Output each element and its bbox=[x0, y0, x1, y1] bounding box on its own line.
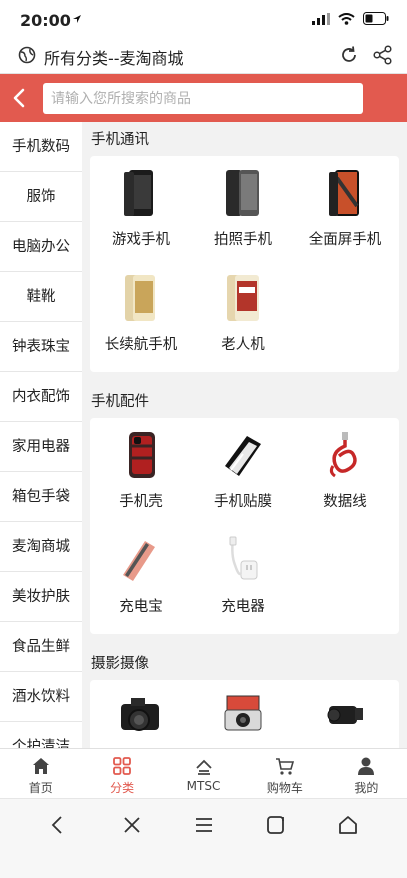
tab-label: 购物车 bbox=[266, 781, 303, 795]
tab-label: 首页 bbox=[28, 781, 53, 795]
product-label: 手机贴膜 bbox=[214, 494, 272, 510]
product-item[interactable]: 长续航手机 bbox=[90, 261, 192, 366]
charger-icon bbox=[229, 536, 258, 580]
section-title: 手机配件 bbox=[91, 394, 149, 410]
sidebar-item-computers[interactable]: 电脑办公 bbox=[0, 222, 82, 272]
product-label: 充电器 bbox=[221, 599, 265, 615]
product-item[interactable]: 充电器 bbox=[192, 523, 294, 628]
product-item[interactable] bbox=[192, 680, 294, 748]
product-label: 全面屏手机 bbox=[308, 232, 382, 248]
camera-phone-icon bbox=[226, 170, 259, 216]
product-item[interactable] bbox=[294, 680, 396, 748]
status-bar: 20:00 bbox=[0, 0, 407, 38]
product-item[interactable]: 老人机 bbox=[192, 261, 294, 366]
product-label: 老人机 bbox=[221, 337, 265, 353]
tab-label: 我的 bbox=[354, 781, 379, 795]
product-item[interactable]: 手机壳 bbox=[90, 418, 192, 523]
cable-icon bbox=[329, 432, 357, 478]
product-grid: 手机壳 手机贴膜 数据线 充电宝 充电器 bbox=[90, 418, 399, 634]
reload-icon[interactable] bbox=[339, 45, 359, 65]
tab-cart[interactable]: 购物车 bbox=[244, 749, 325, 798]
menu-icon[interactable] bbox=[192, 813, 216, 837]
sidebar-item-food[interactable]: 食品生鲜 bbox=[0, 622, 82, 672]
tab-category[interactable]: 分类 bbox=[81, 749, 162, 798]
category-sidebar: 手机数码 服饰 电脑办公 鞋靴 钟表珠宝 内衣配饰 家用电器 箱包手袋 麦淘商城… bbox=[0, 122, 82, 748]
sidebar-item-beauty[interactable]: 美妆护肤 bbox=[0, 572, 82, 622]
sidebar-item-drinks[interactable]: 酒水饮料 bbox=[0, 672, 82, 722]
sidebar-item-apparel[interactable]: 服饰 bbox=[0, 172, 82, 222]
sidebar-item-personal-care[interactable]: 个护清洁 bbox=[0, 722, 82, 748]
product-label: 游戏手机 bbox=[112, 232, 170, 248]
camcorder-icon bbox=[327, 706, 363, 724]
home-page-icon[interactable] bbox=[336, 813, 360, 837]
gold-phone-icon bbox=[125, 275, 155, 321]
search-header bbox=[0, 74, 407, 122]
tab-me[interactable]: 我的 bbox=[326, 749, 407, 798]
dslr-camera-icon bbox=[121, 698, 159, 731]
home-icon bbox=[32, 758, 49, 774]
product-item[interactable]: 手机贴膜 bbox=[192, 418, 294, 523]
page-title: 所有分类--麦淘商城 bbox=[44, 49, 184, 68]
product-item[interactable]: 充电宝 bbox=[90, 523, 192, 628]
share-icon[interactable] bbox=[373, 45, 393, 65]
section-title: 手机通讯 bbox=[91, 132, 149, 148]
power-bank-icon bbox=[123, 541, 155, 581]
sidebar-item-bags[interactable]: 箱包手袋 bbox=[0, 472, 82, 522]
sidebar-item-phones[interactable]: 手机数码 bbox=[0, 122, 82, 172]
black-phone-icon bbox=[124, 170, 153, 216]
category-content: 手机通讯 游戏手机 拍照手机 全面屏手机 长续航手机 老人机 手机配件 手机壳 … bbox=[82, 122, 407, 748]
browser-toolbar bbox=[0, 798, 407, 878]
browser-back-icon[interactable] bbox=[46, 813, 70, 837]
signal-icon bbox=[312, 12, 330, 25]
tab-home[interactable]: 首页 bbox=[0, 749, 81, 798]
product-item[interactable]: 游戏手机 bbox=[90, 156, 192, 261]
product-label: 充电宝 bbox=[119, 599, 163, 615]
wifi-icon bbox=[338, 12, 355, 25]
tab-label: MTSC bbox=[186, 779, 221, 793]
product-label: 手机壳 bbox=[119, 494, 163, 510]
back-arrow-icon[interactable] bbox=[8, 84, 32, 112]
screen-film-icon bbox=[225, 436, 261, 476]
close-icon[interactable] bbox=[120, 813, 144, 837]
category-icon bbox=[113, 757, 132, 775]
product-item[interactable]: 数据线 bbox=[294, 418, 396, 523]
product-grid: 游戏手机 拍照手机 全面屏手机 长续航手机 老人机 bbox=[90, 156, 399, 372]
sidebar-item-shoes[interactable]: 鞋靴 bbox=[0, 272, 82, 322]
section-title: 摄影摄像 bbox=[91, 656, 149, 672]
tab-label: 分类 bbox=[110, 781, 135, 795]
product-label: 长续航手机 bbox=[104, 337, 178, 353]
sidebar-item-maitao[interactable]: 麦淘商城 bbox=[0, 522, 82, 572]
search-input[interactable] bbox=[43, 83, 363, 114]
phone-case-icon bbox=[129, 432, 155, 478]
battery-icon bbox=[363, 12, 389, 25]
user-icon bbox=[358, 757, 375, 775]
product-grid bbox=[90, 680, 399, 748]
product-label: 数据线 bbox=[323, 494, 367, 510]
mtsc-icon bbox=[195, 759, 212, 775]
tabs-icon[interactable] bbox=[264, 813, 288, 837]
status-time: 20:00 bbox=[20, 11, 71, 30]
product-item[interactable] bbox=[90, 680, 192, 748]
product-item[interactable]: 拍照手机 bbox=[192, 156, 294, 261]
globe-icon bbox=[18, 46, 36, 64]
location-arrow-icon bbox=[73, 15, 81, 23]
product-label: 拍照手机 bbox=[214, 232, 272, 248]
cart-icon bbox=[275, 758, 294, 775]
sidebar-item-underwear[interactable]: 内衣配饰 bbox=[0, 372, 82, 422]
browser-address-bar: 所有分类--麦淘商城 bbox=[0, 38, 407, 74]
fullscreen-phone-icon bbox=[329, 170, 359, 216]
tab-mtsc[interactable]: MTSC bbox=[163, 749, 244, 798]
sidebar-item-watches[interactable]: 钟表珠宝 bbox=[0, 322, 82, 372]
product-item[interactable]: 全面屏手机 bbox=[294, 156, 396, 261]
instant-camera-icon bbox=[224, 695, 262, 731]
senior-phone-icon bbox=[227, 275, 259, 321]
bottom-tab-bar: 首页 分类 MTSC 购物车 我的 bbox=[0, 748, 407, 798]
sidebar-item-appliances[interactable]: 家用电器 bbox=[0, 422, 82, 472]
